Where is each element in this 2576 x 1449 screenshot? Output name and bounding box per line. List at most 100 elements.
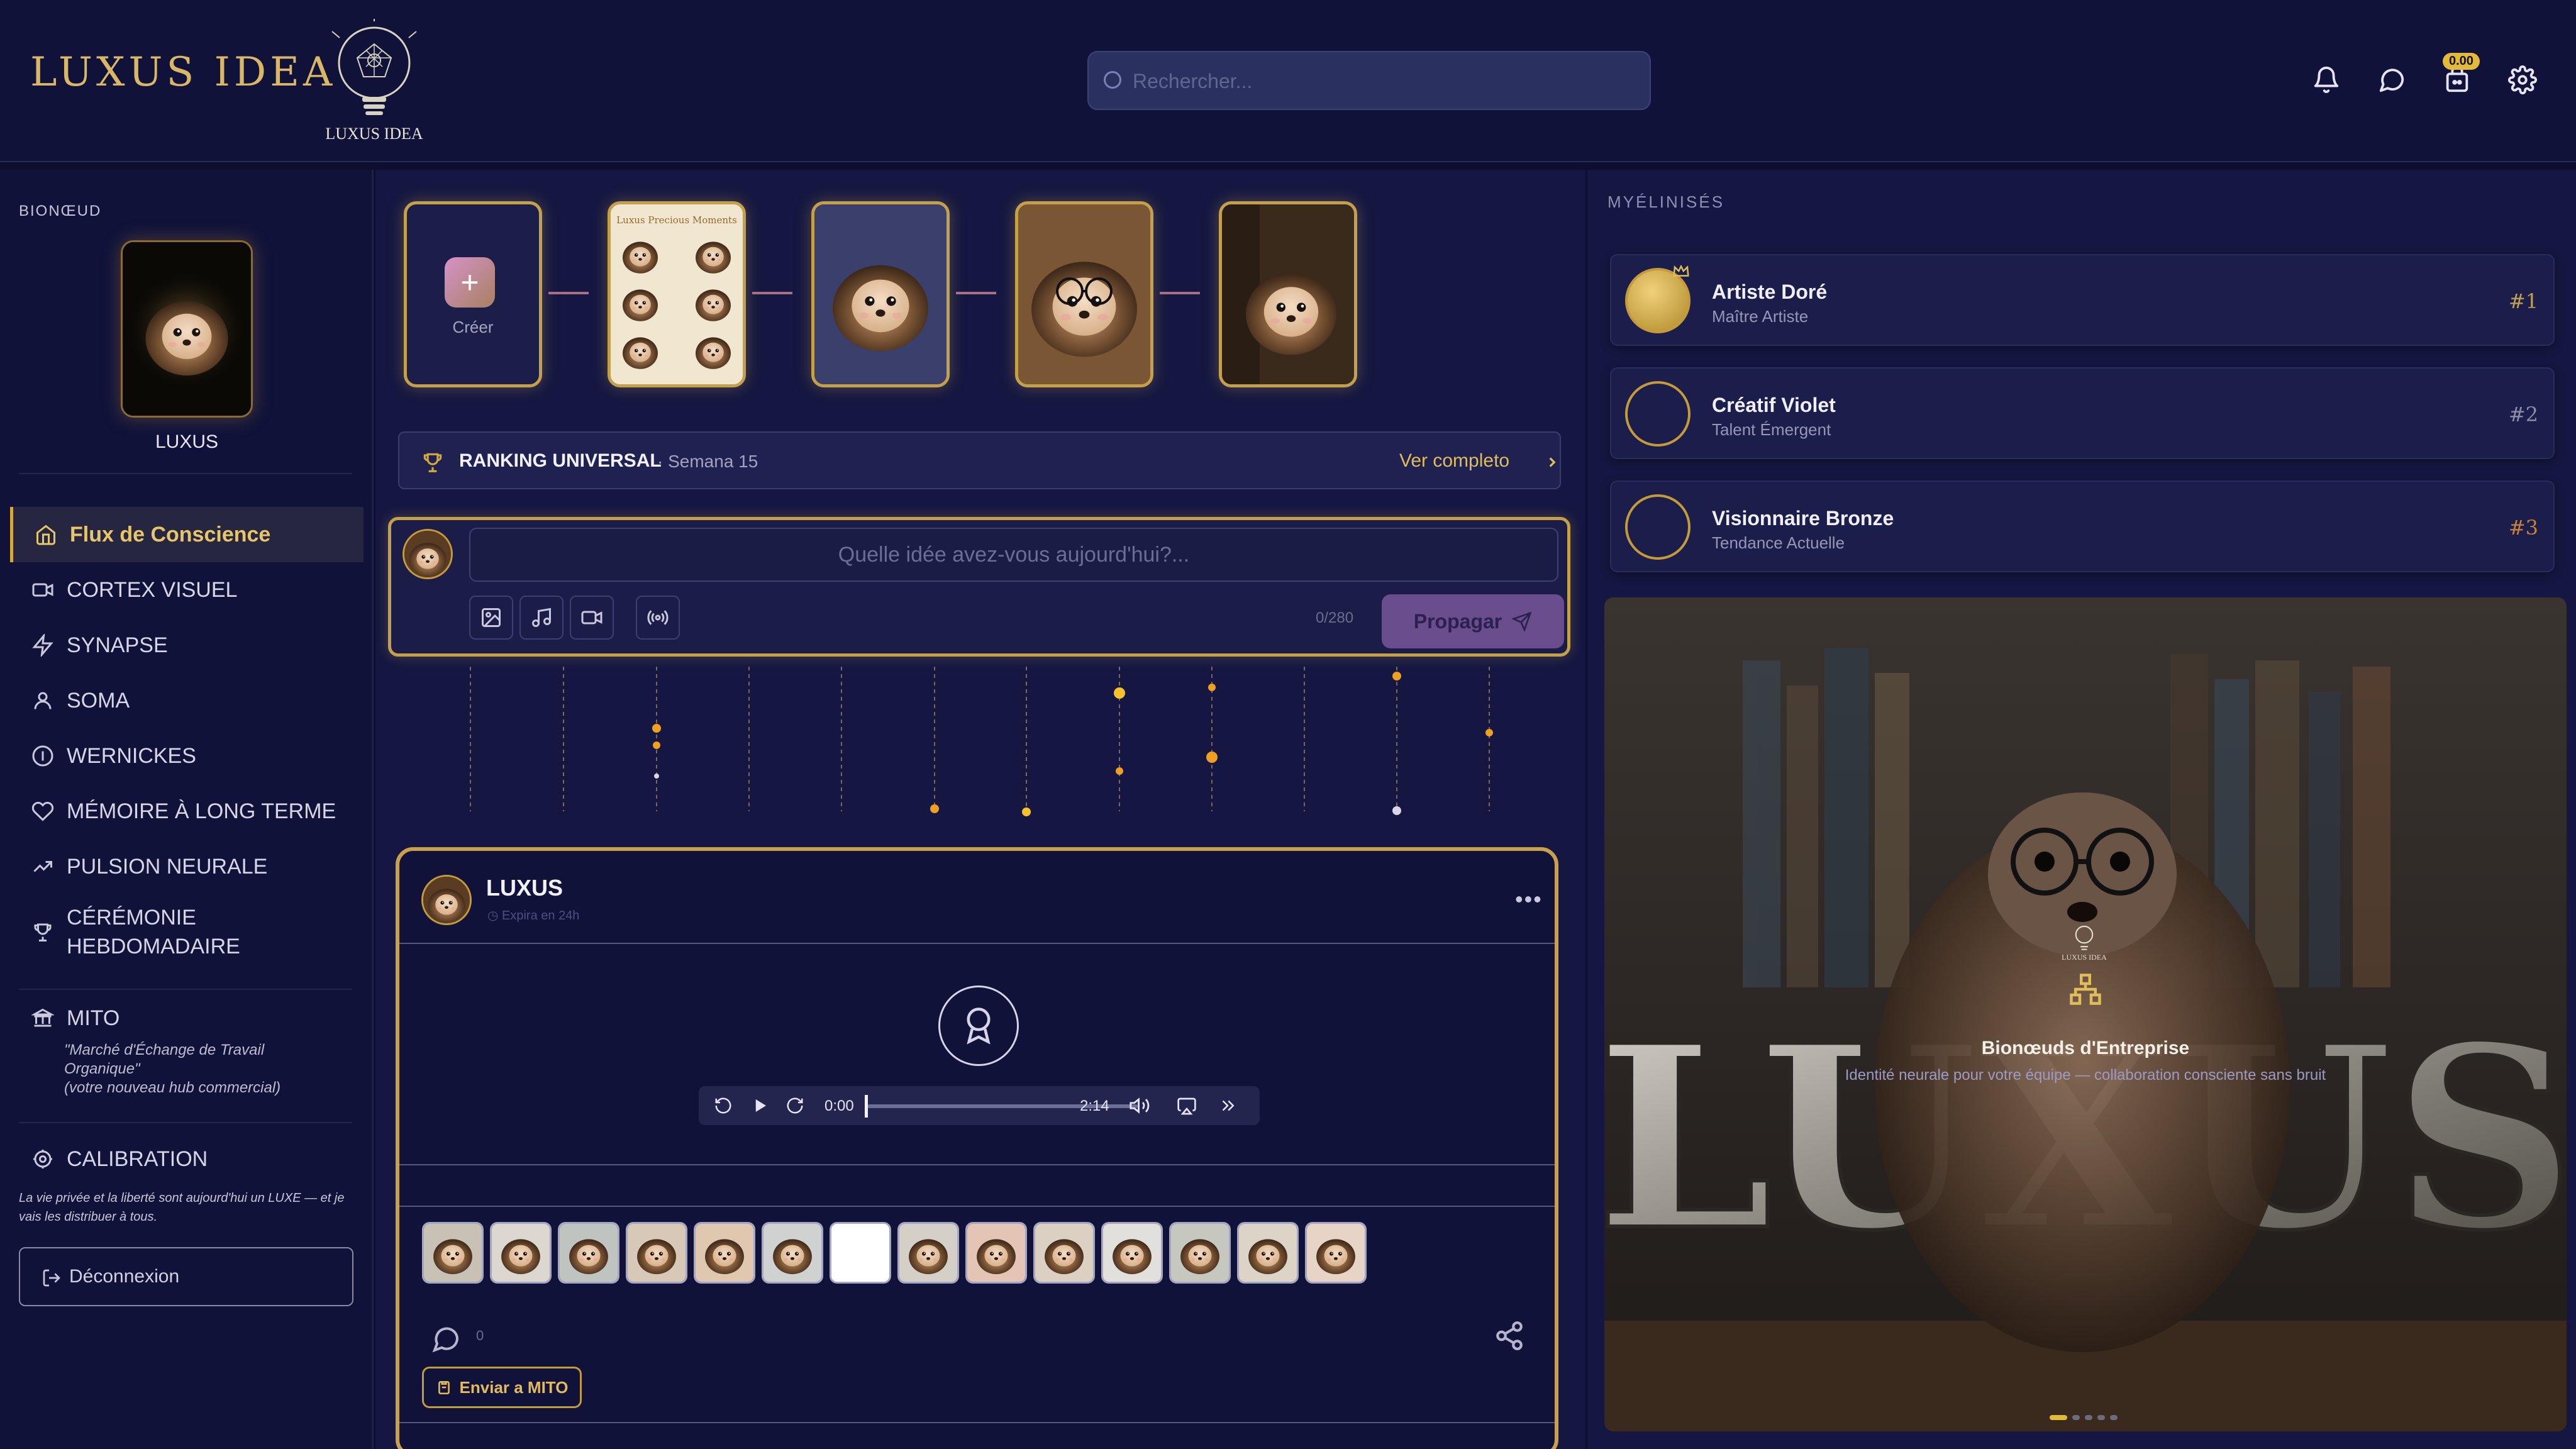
nav-wernickes[interactable]: WERNICKES — [10, 728, 364, 784]
rank-name: Artiste Doré — [1712, 280, 1828, 303]
reaction-thumbnail[interactable] — [422, 1222, 484, 1284]
audio-player: 0:00 2:14 — [699, 1086, 1260, 1125]
ranking-link[interactable]: Ver completo — [1399, 450, 1509, 472]
nav-calibration[interactable]: CALIBRATION — [10, 1133, 364, 1185]
top-header: LUXUS IDEA LUXUS IDEA 0.00 — [0, 0, 2576, 162]
comment-icon[interactable] — [431, 1324, 461, 1354]
reaction-thumbnail[interactable] — [1237, 1222, 1299, 1284]
nav-label: WERNICKES — [67, 744, 196, 768]
image-upload-button[interactable] — [469, 596, 513, 640]
broadcast-icon — [647, 610, 669, 625]
comment-count: 0 — [476, 1328, 484, 1343]
reaction-thumbnail[interactable] — [1101, 1222, 1163, 1284]
rewind-icon[interactable] — [714, 1096, 733, 1115]
trophy-icon — [34, 923, 52, 941]
composer-input[interactable] — [469, 528, 1558, 582]
sidebar-footnote: La vie privée et la liberté sont aujourd… — [19, 1191, 345, 1224]
story-card[interactable] — [1015, 201, 1153, 387]
story-card[interactable] — [811, 201, 950, 387]
video-icon — [581, 611, 602, 625]
carousel-dot-active[interactable] — [2050, 1415, 2067, 1420]
rank-card[interactable]: Artiste Doré Maître Artiste #1 — [1610, 254, 2555, 346]
nav-ceremonie-hebdomadaire[interactable]: CÉRÉMONIE HEBDOMADAIRE — [10, 894, 364, 970]
nav-label: CORTEX VISUEL — [67, 578, 238, 602]
promo-banner[interactable]: LUXUS LUXUS IDEA Bionœuds d'Entreprise I… — [1604, 597, 2567, 1431]
carousel-dot[interactable] — [2085, 1415, 2092, 1420]
play-icon[interactable] — [750, 1096, 769, 1115]
rank-card[interactable]: Créatif Violet Talent Émergent #2 — [1610, 367, 2555, 459]
forward-icon[interactable] — [786, 1096, 804, 1115]
logout-button[interactable]: Déconnexion — [19, 1247, 353, 1306]
heart-icon — [31, 801, 54, 821]
search-input[interactable] — [1133, 64, 1636, 99]
carousel-dot[interactable] — [2097, 1415, 2105, 1420]
bell-icon[interactable] — [2312, 65, 2341, 94]
rank-number: #2 — [2508, 402, 2538, 426]
reaction-thumbnail[interactable] — [626, 1222, 687, 1284]
propagate-button[interactable]: Propagar — [1382, 594, 1564, 648]
post-expiry: ◷ Expira en 24h — [487, 908, 579, 923]
trend-icon — [33, 861, 52, 872]
rank-subtitle: Talent Émergent — [1712, 420, 1831, 439]
video-upload-button[interactable] — [570, 596, 614, 640]
nav-memoire-long-terme[interactable]: MÉMOIRE À LONG TERME — [10, 784, 364, 839]
reaction-thumbnail[interactable] — [694, 1222, 755, 1284]
logout-label: Déconnexion — [69, 1266, 180, 1287]
nav-mito[interactable]: MITO — [10, 999, 364, 1038]
reaction-thumbnail[interactable] — [1033, 1222, 1095, 1284]
gear-icon[interactable] — [2508, 65, 2537, 94]
lightbulb-logo-icon[interactable] — [327, 19, 421, 123]
nav-label: MITO — [67, 1006, 120, 1030]
nav-synapse[interactable]: SYNAPSE — [10, 618, 364, 673]
divider — [19, 989, 352, 990]
reaction-thumbnail[interactable] — [558, 1222, 619, 1284]
divider — [399, 1422, 1555, 1423]
audio-current-time: 0:00 — [824, 1097, 854, 1114]
story-card[interactable]: Luxus Precious Moments — [608, 201, 746, 387]
reaction-thumbnail[interactable] — [490, 1222, 552, 1284]
reaction-thumbnail[interactable] — [965, 1222, 1027, 1284]
search-bar[interactable] — [1087, 51, 1651, 110]
banner-title: Bionœuds d'Entreprise — [1981, 1038, 2190, 1058]
nav-flux-de-conscience[interactable]: Flux de Conscience — [10, 507, 364, 562]
story-banner-text: Luxus Precious Moments — [616, 214, 737, 226]
divider — [399, 1164, 1555, 1165]
audio-upload-button[interactable] — [519, 596, 564, 640]
rank-card[interactable]: Visionnaire Bronze Tendance Actuelle #3 — [1610, 480, 2555, 572]
send-to-mito-button[interactable]: Enviar a MITO — [422, 1367, 582, 1408]
rank-avatar — [1625, 494, 1690, 560]
share-icon[interactable] — [1494, 1320, 1525, 1352]
create-story-label: Créer — [452, 318, 494, 336]
ranking-week: · Semana 15 — [657, 452, 758, 471]
nav-pulsion-neurale[interactable]: PULSION NEURALE — [10, 839, 364, 894]
carousel-dot[interactable] — [2072, 1415, 2080, 1420]
create-story-card[interactable]: + Créer — [404, 201, 542, 387]
double-chevron-icon[interactable] — [1218, 1096, 1237, 1115]
banner-logo-caption: LUXUS IDEA — [2062, 953, 2107, 962]
ranking-banner[interactable]: RANKING UNIVERSAL · Semana 15 Ver comple… — [398, 431, 1561, 489]
story-card[interactable] — [1219, 201, 1357, 387]
reaction-thumbnail[interactable] — [830, 1222, 891, 1284]
volume-icon[interactable] — [1129, 1095, 1150, 1116]
reaction-thumbnail[interactable] — [1169, 1222, 1231, 1284]
carousel-dots — [2050, 1415, 2118, 1420]
more-options-icon[interactable]: ••• — [1515, 886, 1543, 913]
char-counter: 0/280 — [1316, 609, 1354, 626]
profile-avatar[interactable] — [121, 240, 253, 418]
post-author[interactable]: LUXUS — [486, 875, 563, 901]
clock-icon: ◷ — [487, 909, 502, 923]
airplay-icon[interactable] — [1177, 1096, 1197, 1116]
chat-icon[interactable] — [2377, 65, 2406, 94]
author-avatar[interactable] — [421, 875, 472, 925]
nav-soma[interactable]: SOMA — [10, 673, 364, 728]
divider — [19, 473, 352, 474]
nav-cortex-visuel[interactable]: CORTEX VISUEL — [10, 562, 364, 618]
broadcast-button[interactable] — [636, 596, 680, 640]
audio-progress-knob[interactable] — [865, 1095, 868, 1118]
reaction-thumbnail[interactable] — [1305, 1222, 1367, 1284]
chevron-right-icon[interactable] — [1544, 454, 1560, 470]
reaction-thumbnail[interactable] — [762, 1222, 823, 1284]
reaction-thumbnail[interactable] — [897, 1222, 959, 1284]
carousel-dot[interactable] — [2110, 1415, 2118, 1420]
brand-name[interactable]: LUXUS IDEA — [30, 49, 336, 96]
